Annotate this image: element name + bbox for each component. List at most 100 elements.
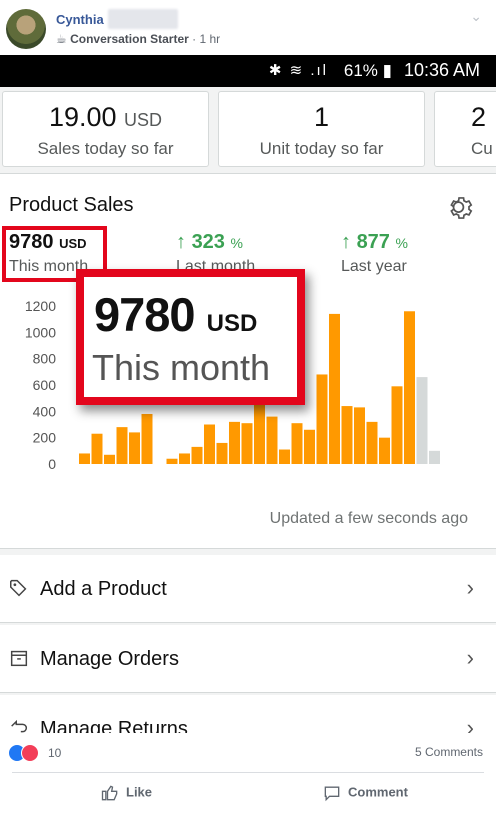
chart-bar [329,313,340,464]
card-label: Sales today so far [37,139,174,158]
chart-bar [141,413,153,464]
chart-bar [354,407,365,464]
divider [12,772,484,773]
chart-bar [429,450,440,464]
clock: 10:36 AM [403,60,480,80]
chart-bar [116,427,128,464]
stat-unit: % [230,235,243,251]
arrow-up-icon: ↑ [341,231,351,253]
action-add-product[interactable]: Add a Product › [0,555,496,623]
chart-bar [179,453,190,464]
zoom-unit: USD [206,310,258,337]
comment-button[interactable]: Comment [322,783,408,811]
chart-bar [366,421,378,464]
stat-unit: % [395,235,408,251]
reaction-count[interactable]: 10 [48,746,61,760]
card-label: Unit today so far [259,139,384,158]
chart-bar [91,433,103,464]
chart-bar [279,449,290,464]
chart-bar [316,374,328,464]
stat-last-year: ↑ 877 % Last year [341,231,408,276]
battery-icon: ▮ [382,61,392,80]
y-tick-label: 800 [33,351,57,367]
like-button[interactable]: Like [100,783,152,811]
meta-separator: · [192,32,197,46]
chevron-right-icon: › [466,575,474,600]
redacted-name [108,9,178,29]
tag-icon [10,579,27,597]
chart-bar [379,437,390,464]
battery-indicator: 61% ▮ [344,61,392,81]
card-partial[interactable]: 2 Cu [434,91,496,167]
panel-title: Product Sales [9,194,134,216]
comment-icon [324,786,340,802]
chart-bar [129,432,140,464]
card-value: 2 [471,102,487,132]
box-icon [10,650,28,667]
y-tick-label: 400 [33,403,57,419]
chart-bar [166,458,178,464]
chart-bar [104,454,115,464]
zoom-label: This month [92,347,271,388]
action-label: Manage Orders [40,648,179,670]
chart-bar [291,423,303,464]
group-badge[interactable]: Conversation Starter [70,32,189,46]
action-label: Manage Returns [40,718,188,733]
chart-bar [191,446,203,464]
post-meta: ☕ Conversation Starter · 1 hr [56,32,220,46]
chart-bar [341,406,353,464]
comments-count[interactable]: 5 Comments [415,745,483,759]
y-tick-label: 1200 [25,298,56,314]
action-manage-returns[interactable]: Manage Returns › [0,695,496,733]
battery-level: 61% [343,61,378,80]
chart-bar [79,453,90,464]
like-label: Like [126,784,153,800]
stat-number: 323 [191,231,225,253]
zoom-value: 9780 USD [94,287,257,342]
chart-bar [254,403,265,464]
embedded-screenshot: ✱ ≋ .ıl 61% ▮ 10:36 AM 19.00 USD Sales t… [0,55,496,733]
y-tick-label: 600 [33,377,57,393]
chart-bar [304,429,315,464]
chart-bar [241,423,253,464]
return-icon [11,719,28,733]
card-value: 19.00 USD [3,102,208,133]
chevron-right-icon: › [466,715,474,733]
arrow-up-icon: ↑ [176,231,186,253]
stat-value: ↑ 877 % [341,231,408,254]
chart-bar [266,416,278,464]
avatar[interactable] [6,9,46,49]
stat-number: 877 [356,231,390,253]
action-label: Add a Product [40,578,167,600]
y-tick-label: 0 [48,456,56,472]
settings-gear-icon[interactable] [445,191,479,225]
chart-bar [416,377,428,464]
y-tick-label: 200 [33,430,57,446]
post-time[interactable]: 1 hr [200,32,221,46]
signal-icons: ✱ ≋ .ıl [268,62,328,79]
chart-bar [204,424,215,464]
post-header: Cynthia ☕ Conversation Starter · 1 hr ⌄ [0,0,496,52]
thumbs-up-icon [101,785,118,801]
summary-cards: 19.00 USD Sales today so far 1 Unit toda… [0,91,496,169]
stat-value: ↑ 323 % [176,231,255,254]
card-sales-today[interactable]: 19.00 USD Sales today so far [2,91,209,167]
author-name[interactable]: Cynthia [56,12,104,27]
zoom-number: 9780 [94,288,196,341]
coffee-icon: ☕ [56,32,67,46]
post-options-icon[interactable]: ⌄ [470,8,482,25]
chart-bar [229,421,240,464]
card-value: 1 [313,102,330,132]
action-manage-orders[interactable]: Manage Orders › [0,625,496,693]
love-reaction-icon [21,744,39,762]
comment-label: Comment [348,784,408,800]
card-label: Cu [471,139,493,158]
y-tick-label: 1000 [25,324,56,340]
card-units-today[interactable]: 1 Unit today so far [218,91,425,167]
updated-text: Updated a few seconds ago [269,510,468,527]
card-amount: 19.00 [48,102,117,132]
stat-label: Last year [341,258,407,275]
status-bar: ✱ ≋ .ıl 61% ▮ 10:36 AM [0,55,496,87]
post-footer: 10 5 Comments Like Comment [0,733,496,829]
chevron-right-icon: › [466,645,474,670]
